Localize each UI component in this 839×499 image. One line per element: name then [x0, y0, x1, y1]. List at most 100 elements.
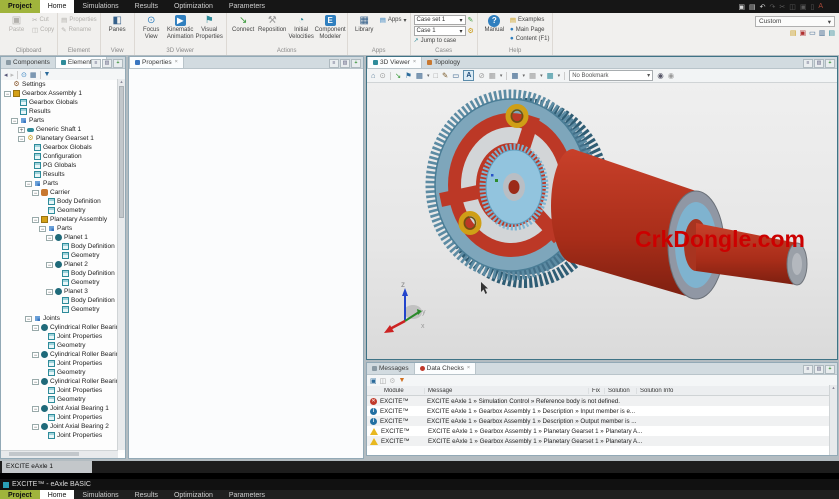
filter-messages-icon[interactable]: ▼	[399, 377, 406, 384]
ribbon-tab[interactable]: Optimization	[166, 490, 221, 499]
tree-expander-icon[interactable]: +	[18, 126, 25, 134]
tab-3d-viewer[interactable]: 3D Viewer ×	[367, 57, 423, 68]
render-options-icon[interactable]: ▦	[529, 71, 536, 80]
tree-item[interactable]: Configuration	[1, 152, 125, 161]
paste-icon[interactable]: ▣	[800, 3, 807, 11]
panel-split-button[interactable]: ▥	[814, 365, 824, 374]
home-view-icon[interactable]: ⌂	[371, 71, 376, 80]
examples-button[interactable]: ▤ Examples	[510, 16, 550, 24]
tree-item[interactable]: Geometry	[1, 206, 125, 215]
custom-layout-select[interactable]: Custom ▾	[755, 16, 835, 27]
ribbon-tab[interactable]: Simulations	[74, 0, 126, 13]
tab-messages[interactable]: Messages	[367, 363, 414, 374]
tree-item[interactable]: − Parts	[1, 224, 125, 233]
properties-button[interactable]: ▤ Properties	[61, 16, 97, 24]
tree-item[interactable]: Gearbox Globals	[1, 98, 125, 107]
open-icon[interactable]: ▤	[749, 3, 756, 11]
add-pane-icon[interactable]: ▤	[828, 29, 835, 37]
tree-item[interactable]: Geometry	[1, 368, 125, 377]
tree-item[interactable]: Geometry	[1, 278, 125, 287]
redo-icon[interactable]: ↷	[769, 3, 775, 11]
annotate-icon[interactable]: ✎	[442, 71, 448, 80]
message-row[interactable]: EXCITE™ EXCITE eAxle 1 » Gearbox Assembl…	[367, 426, 837, 436]
tree-item[interactable]: PG Globals	[1, 161, 125, 170]
messages-vertical-scrollbar[interactable]: ▲	[829, 385, 837, 455]
tree-item[interactable]: − Cylindrical Roller Bearing 1	[1, 323, 125, 332]
message-row[interactable]: EXCITE™ EXCITE eAxle 1 » Gearbox Assembl…	[367, 406, 837, 416]
nav-forward-icon[interactable]: ▸	[11, 71, 15, 79]
column-module[interactable]: Module	[381, 387, 425, 394]
kinematic-animation-button[interactable]: ▶ Kinematic Animation	[167, 14, 194, 40]
tree-expander-icon[interactable]: −	[46, 261, 53, 269]
settings-icon[interactable]: ⚙	[389, 377, 395, 385]
nav-back-icon[interactable]: ◂	[4, 71, 8, 79]
ribbon-tab[interactable]: Parameters	[221, 490, 273, 499]
case-set-select[interactable]: Case set 1 ▾	[413, 15, 466, 25]
tab-data-checks[interactable]: Data Checks ×	[413, 363, 477, 374]
panel-menu-button[interactable]: ≡	[91, 59, 101, 68]
view-cube-icon[interactable]: ▦	[489, 71, 496, 80]
tree-item[interactable]: − Cylindrical Roller Bearing 3	[1, 377, 125, 386]
tree-expander-icon[interactable]: −	[25, 180, 32, 188]
tree-item[interactable]: − Carrier	[1, 188, 125, 197]
connect-button[interactable]: ↘ Connect	[230, 14, 257, 34]
tree-expander-icon[interactable]: −	[32, 324, 39, 332]
copy-button[interactable]: ◫ Copy	[32, 26, 54, 34]
tree-item[interactable]: Gearbox Globals	[1, 143, 125, 152]
panel-add-button[interactable]: +	[825, 365, 835, 374]
tree-item[interactable]: − Planetary Gearset 1	[1, 134, 125, 143]
component-modeler-button[interactable]: E Component Modeler	[315, 14, 346, 40]
tree-item[interactable]: − Cylindrical Roller Bearing 2	[1, 350, 125, 359]
tree-item[interactable]: Body Definition	[1, 242, 125, 251]
cut-icon[interactable]: ✂	[779, 3, 785, 11]
split-vertical-icon[interactable]: ▥	[819, 29, 826, 37]
tree-expander-icon[interactable]: −	[39, 225, 46, 233]
tree-item[interactable]: Settings	[1, 80, 125, 89]
tree-item[interactable]: − Gearbox Assembly 1	[1, 89, 125, 98]
column-message[interactable]: Message	[425, 387, 589, 394]
panel-menu-button[interactable]: ≡	[803, 59, 813, 68]
split-horizontal-icon[interactable]: ▭	[809, 29, 816, 37]
save-messages-icon[interactable]: ▣	[370, 377, 377, 385]
ribbon-tab[interactable]: Optimization	[166, 0, 221, 13]
manual-button[interactable]: ? Manual	[481, 14, 508, 34]
delete-layout-icon[interactable]: ▣	[800, 29, 807, 37]
cut-button[interactable]: ✂ Cut	[32, 16, 54, 24]
animation-options-icon[interactable]: ▦	[547, 71, 554, 80]
filter-icon[interactable]: ▼	[44, 71, 51, 78]
tree-expander-icon[interactable]: −	[32, 189, 39, 197]
panel-split-button[interactable]: ▥	[814, 59, 824, 68]
add-bookmark-icon[interactable]: ◉	[657, 71, 664, 80]
ribbon-tab[interactable]: Home	[39, 0, 75, 13]
tree-item[interactable]: Body Definition	[1, 296, 125, 305]
panel-split-button[interactable]: ▥	[102, 59, 112, 68]
edit-case-icon[interactable]: ⚙	[468, 27, 474, 35]
jump-to-case-button[interactable]: Jump to case	[421, 38, 457, 44]
ribbon-tab[interactable]: Parameters	[221, 0, 273, 13]
tree-expander-icon[interactable]: −	[32, 351, 39, 359]
tree-item[interactable]: Joint Properties	[1, 386, 125, 395]
panel-add-button[interactable]: +	[351, 59, 361, 68]
library-button[interactable]: ▦ Library	[351, 14, 378, 34]
tree-item[interactable]: − Joints	[1, 314, 125, 323]
tree-item[interactable]: − Planet 1	[1, 233, 125, 242]
tree-item[interactable]: − Parts	[1, 179, 125, 188]
tree-item[interactable]: Geometry	[1, 305, 125, 314]
focus-view-button[interactable]: ⊙ Focus View	[138, 14, 165, 40]
edit-case-set-icon[interactable]: ✎	[468, 16, 474, 24]
case-select[interactable]: Case 1 ▾	[413, 26, 466, 36]
tab-components[interactable]: Components	[1, 57, 55, 68]
close-tab-icon[interactable]: ×	[175, 57, 178, 68]
tree-expander-icon[interactable]: −	[18, 135, 25, 143]
screen-icon[interactable]: ▭	[452, 71, 459, 80]
visual-properties-button[interactable]: ⚑ Visual Properties	[196, 14, 223, 40]
bookmark-select[interactable]: No Bookmark ▾	[569, 70, 654, 81]
apps-dropdown-button[interactable]: ▤ Apps ▾	[380, 16, 407, 24]
column-solution[interactable]: Solution	[605, 387, 637, 394]
delete-icon[interactable]: ▯	[810, 3, 814, 11]
tab-properties[interactable]: Properties ×	[129, 57, 184, 68]
model-display-icon[interactable]: ▦	[511, 71, 518, 80]
snapshot-icon[interactable]: ◉	[668, 71, 675, 80]
panel-menu-button[interactable]: ≡	[329, 59, 339, 68]
tree-expander-icon[interactable]: −	[11, 117, 18, 125]
